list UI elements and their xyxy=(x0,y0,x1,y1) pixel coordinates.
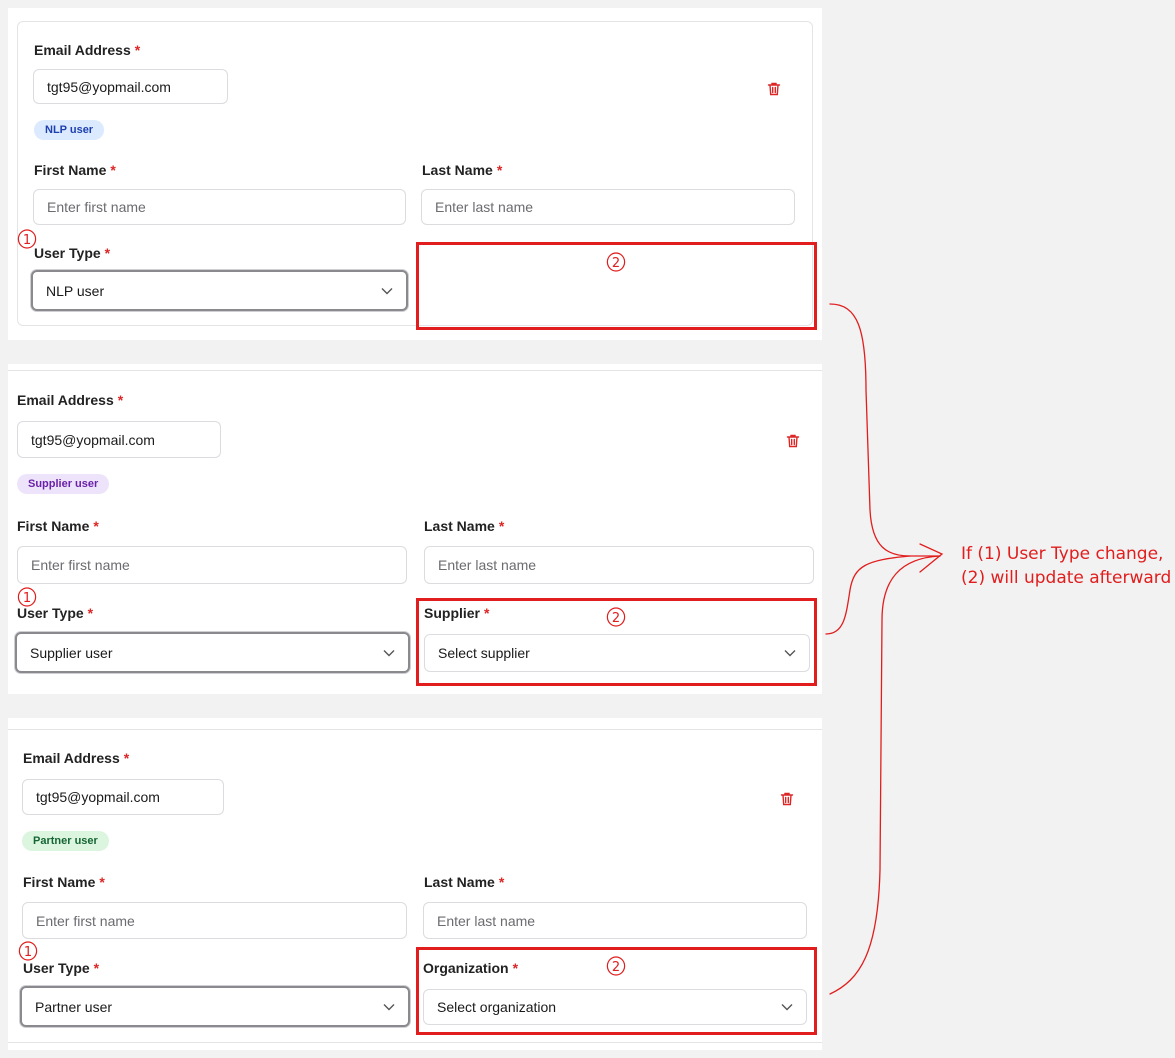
first-name-label: First Name * xyxy=(17,518,99,534)
marker-1-label: 1 xyxy=(23,591,31,606)
user-type-label: User Type * xyxy=(34,245,111,261)
user-type-value: NLP user xyxy=(46,282,105,299)
trash-icon[interactable] xyxy=(779,791,795,807)
last-name-field[interactable]: Enter last name xyxy=(421,189,795,225)
marker-2-label: 2 xyxy=(612,611,620,626)
marker-1-label: 1 xyxy=(23,233,31,248)
user-type-select[interactable]: Partner user xyxy=(20,986,410,1027)
annotation-note-line1: If (1) User Type change, xyxy=(961,544,1164,564)
last-name-label: Last Name * xyxy=(424,518,505,534)
user-type-select[interactable]: Supplier user xyxy=(15,632,410,673)
marker-2: 2 xyxy=(606,607,626,627)
user-type-badge: Partner user xyxy=(22,831,109,851)
first-name-label: First Name * xyxy=(34,162,116,178)
first-name-field[interactable]: Enter first name xyxy=(17,546,407,584)
marker-1: 1 xyxy=(18,941,38,961)
last-name-label: Last Name * xyxy=(422,162,503,178)
email-field[interactable]: tgt95@yopmail.com xyxy=(33,69,228,104)
annotation-note-line2: (2) will update afterward xyxy=(961,568,1172,588)
marker-1-label: 1 xyxy=(24,945,32,960)
user-type-badge: Supplier user xyxy=(17,474,110,494)
marker-2: 2 xyxy=(606,956,626,976)
card-top-border xyxy=(8,370,822,371)
email-label: Email Address * xyxy=(34,42,141,58)
user-type-value: Partner user xyxy=(35,998,113,1015)
email-field[interactable]: tgt95@yopmail.com xyxy=(22,779,224,815)
last-name-label: Last Name * xyxy=(424,874,505,890)
trash-icon[interactable] xyxy=(785,433,801,449)
marker-2-label: 2 xyxy=(612,960,620,975)
user-type-label: User Type * xyxy=(23,960,100,976)
chevron-down-icon xyxy=(383,649,395,656)
user-type-label: User Type * xyxy=(17,605,94,621)
marker-1: 1 xyxy=(17,229,37,249)
annotation-bracket xyxy=(825,303,944,995)
last-name-field[interactable]: Enter last name xyxy=(424,546,814,584)
first-name-label: First Name * xyxy=(23,874,105,890)
last-name-field[interactable]: Enter last name xyxy=(423,902,807,939)
first-name-field[interactable]: Enter first name xyxy=(22,902,407,939)
trash-icon[interactable] xyxy=(766,81,782,97)
user-type-select[interactable]: NLP user xyxy=(31,270,408,311)
marker-2: 2 xyxy=(606,252,626,272)
email-label: Email Address * xyxy=(17,392,124,408)
user-type-value: Supplier user xyxy=(30,644,113,661)
chevron-down-icon xyxy=(383,1003,395,1010)
marker-1: 1 xyxy=(17,587,37,607)
email-field[interactable]: tgt95@yopmail.com xyxy=(17,421,221,458)
user-type-badge: NLP user xyxy=(34,120,105,140)
chevron-down-icon xyxy=(381,287,393,294)
marker-2-label: 2 xyxy=(612,256,620,271)
email-label: Email Address * xyxy=(23,750,130,766)
first-name-field[interactable]: Enter first name xyxy=(33,189,406,225)
annotation-note: If (1) User Type change, (2) will update… xyxy=(961,542,1171,590)
